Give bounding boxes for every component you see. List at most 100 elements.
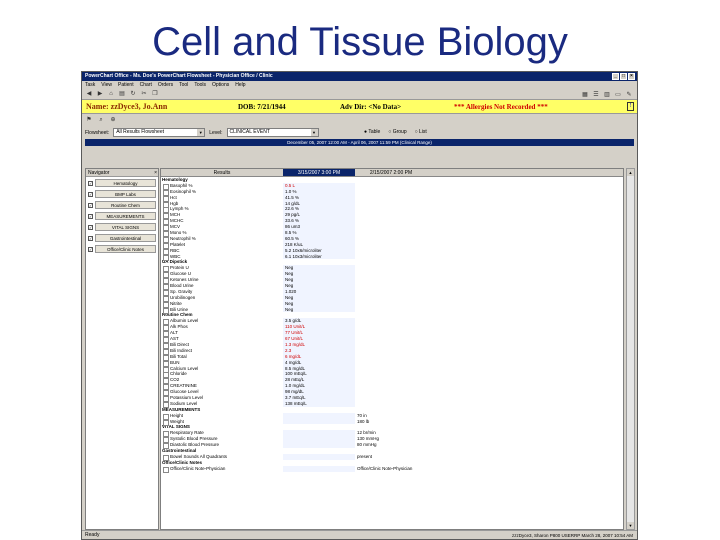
radio-table[interactable]: ● Table	[364, 129, 380, 135]
folder-icon[interactable]: ▭	[614, 91, 622, 99]
level-label: Level:	[209, 129, 223, 136]
flag-icon[interactable]: ⚑	[85, 116, 93, 124]
radio-group[interactable]: ○ Group	[388, 129, 406, 135]
banner-flag-icon[interactable]: !	[627, 102, 634, 111]
navigator-item-label: Gastrointestinal	[95, 234, 156, 242]
zoom-icon[interactable]: ⊕	[109, 116, 117, 124]
menu-tool[interactable]: Tool	[179, 81, 188, 89]
copy-icon[interactable]: ❐	[151, 90, 159, 98]
col-date-1[interactable]: 3/15/2007 3:00 PM	[283, 169, 355, 176]
menu-options[interactable]: Options	[212, 81, 229, 89]
list-icon[interactable]: ☰	[592, 91, 600, 99]
back-arrow-icon[interactable]: ◀	[85, 90, 93, 98]
navigator-item-label: Hematology	[95, 179, 156, 187]
print-icon[interactable]: ▤	[118, 90, 126, 98]
navigator-item-label: BMP Labs	[95, 190, 156, 198]
result-name: Weight	[161, 419, 283, 426]
navigator-title: Navigator	[88, 170, 110, 176]
result-value-2[interactable]: 80 mmHg	[355, 442, 427, 448]
view-mode-radios: ● Table ○ Group ○ List	[364, 129, 427, 135]
results-grid: Results 3/15/2007 3:00 PM 2/15/2007 2:00…	[160, 168, 624, 530]
navigator-item[interactable]: ✓ Routine Chem	[88, 200, 156, 210]
checkbox[interactable]: ✓	[88, 202, 93, 208]
navigator-item[interactable]: ✓ Hematology	[88, 178, 156, 188]
result-name: Diastolic Blood Pressure	[161, 442, 283, 449]
radio-group-label: Group	[392, 129, 407, 135]
date-range-bar[interactable]: December 05, 2007 12:00 AM - April 06, 2…	[85, 139, 634, 146]
navigator-item[interactable]: ✓ VITAL SIGNS	[88, 222, 156, 232]
navigator-item[interactable]: ✓ BMP Labs	[88, 189, 156, 199]
navigator-item-label: VITAL SIGNS	[95, 223, 156, 231]
menu-chart[interactable]: Chart	[140, 81, 152, 89]
status-left: Ready	[85, 532, 100, 538]
refresh-icon[interactable]: ↻	[129, 90, 137, 98]
table-row[interactable]: Office/Clinic Note-Physician Office/Clini…	[161, 465, 623, 473]
checkbox[interactable]: ✓	[88, 246, 93, 252]
flowsheet-select-value: All Results Flowsheet	[116, 129, 164, 135]
checkbox[interactable]: ✓	[88, 180, 93, 186]
result-value-1[interactable]: 138 mEq/L	[283, 400, 355, 407]
result-name: Sodium Level	[161, 401, 283, 408]
view-icon[interactable]: ▦	[581, 91, 589, 99]
menu-help[interactable]: Help	[235, 81, 245, 89]
scroll-down-icon[interactable]: ▼	[627, 522, 634, 529]
patient-name: Name: zzDyce3, Jo.Ann	[86, 102, 168, 111]
maximize-button[interactable]: □	[620, 73, 627, 80]
navigator-item-label: Routine Chem	[95, 201, 156, 209]
result-value-2[interactable]: present	[355, 454, 427, 460]
menu-orders[interactable]: Orders	[158, 81, 173, 89]
result-value-1[interactable]	[283, 442, 355, 448]
checkbox[interactable]: ✓	[88, 191, 93, 197]
cut-icon[interactable]: ✂	[140, 90, 148, 98]
checkbox[interactable]: ✓	[88, 224, 93, 230]
status-bar: Ready zzzDyce3, Sharon P800 USERRP March…	[82, 530, 637, 539]
radio-list[interactable]: ○ List	[415, 129, 427, 135]
navigator-item[interactable]: ✓ Gastrointestinal	[88, 233, 156, 243]
result-value-1[interactable]	[283, 453, 355, 460]
result-name: WBC	[161, 254, 283, 261]
checkbox[interactable]: ✓	[88, 235, 93, 241]
col-results[interactable]: Results	[161, 169, 283, 176]
window-title: PowerChart Office - Ms. Doe's PowerChart…	[85, 73, 273, 79]
menu-bar: Task View Patient Chart Orders Tool Tool…	[82, 81, 637, 89]
result-name: Bowel Sounds All Quadrants	[161, 454, 283, 461]
menu-patient[interactable]: Patient	[118, 81, 134, 89]
advance-directive: Adv Dir: <No Data>	[340, 103, 402, 111]
chart-icon[interactable]: ▥	[603, 91, 611, 99]
home-icon[interactable]: ⌂	[107, 90, 115, 98]
close-icon[interactable]: ×	[154, 169, 157, 177]
navigator-item[interactable]: ✓ MEASUREMENTS	[88, 211, 156, 221]
minimize-button[interactable]: _	[612, 73, 619, 80]
result-value-2[interactable]: 180 lb	[355, 419, 427, 425]
menu-tools[interactable]: Tools	[194, 81, 206, 89]
result-value-1[interactable]	[283, 465, 355, 472]
flowsheet-select[interactable]: All Results Flowsheet ▼	[113, 128, 206, 137]
forward-arrow-icon[interactable]: ▶	[96, 90, 104, 98]
search-icon[interactable]: ⌕	[97, 116, 105, 124]
filter-row: Flowsheet: All Results Flowsheet ▼ Level…	[82, 126, 637, 139]
scroll-up-icon[interactable]: ▲	[627, 169, 634, 176]
result-value-2[interactable]	[355, 307, 427, 313]
col-date-2[interactable]: 2/15/2007 2:00 PM	[355, 169, 427, 176]
note-icon[interactable]: ✎	[625, 91, 633, 99]
result-value-1[interactable]: 6.1 10x3/microliter	[283, 253, 355, 260]
result-value-2[interactable]	[355, 401, 427, 407]
vertical-scrollbar[interactable]: ▲ ▼	[626, 168, 635, 530]
result-value-2[interactable]: Office/Clinic Note-Physician	[355, 466, 427, 472]
radio-table-label: Table	[368, 129, 381, 135]
menu-task[interactable]: Task	[85, 81, 95, 89]
result-value-1[interactable]	[283, 418, 355, 425]
checkbox[interactable]: ✓	[88, 213, 93, 219]
menu-view[interactable]: View	[101, 81, 112, 89]
flowsheet-label: Flowsheet:	[85, 129, 110, 136]
allergy-alert[interactable]: *** Allergies Not Recorded ***	[454, 103, 548, 111]
toolbar: ◀ ▶ ⌂ ▤ ↻ ✂ ❐ ▦ ☰ ▥ ▭ ✎	[82, 89, 637, 100]
result-value-2[interactable]	[355, 254, 427, 260]
grid-header: Results 3/15/2007 3:00 PM 2/15/2007 2:00…	[161, 169, 623, 177]
window-titlebar: PowerChart Office - Ms. Doe's PowerChart…	[82, 72, 637, 81]
result-value-1[interactable]: Neg	[283, 306, 355, 313]
close-button[interactable]: ×	[628, 73, 635, 80]
navigator-item[interactable]: ✓ Office/Clinic Notes	[88, 244, 156, 254]
level-select[interactable]: CLINICAL EVENT ▼	[226, 128, 319, 137]
navigator-item-label: Office/Clinic Notes	[95, 245, 156, 253]
